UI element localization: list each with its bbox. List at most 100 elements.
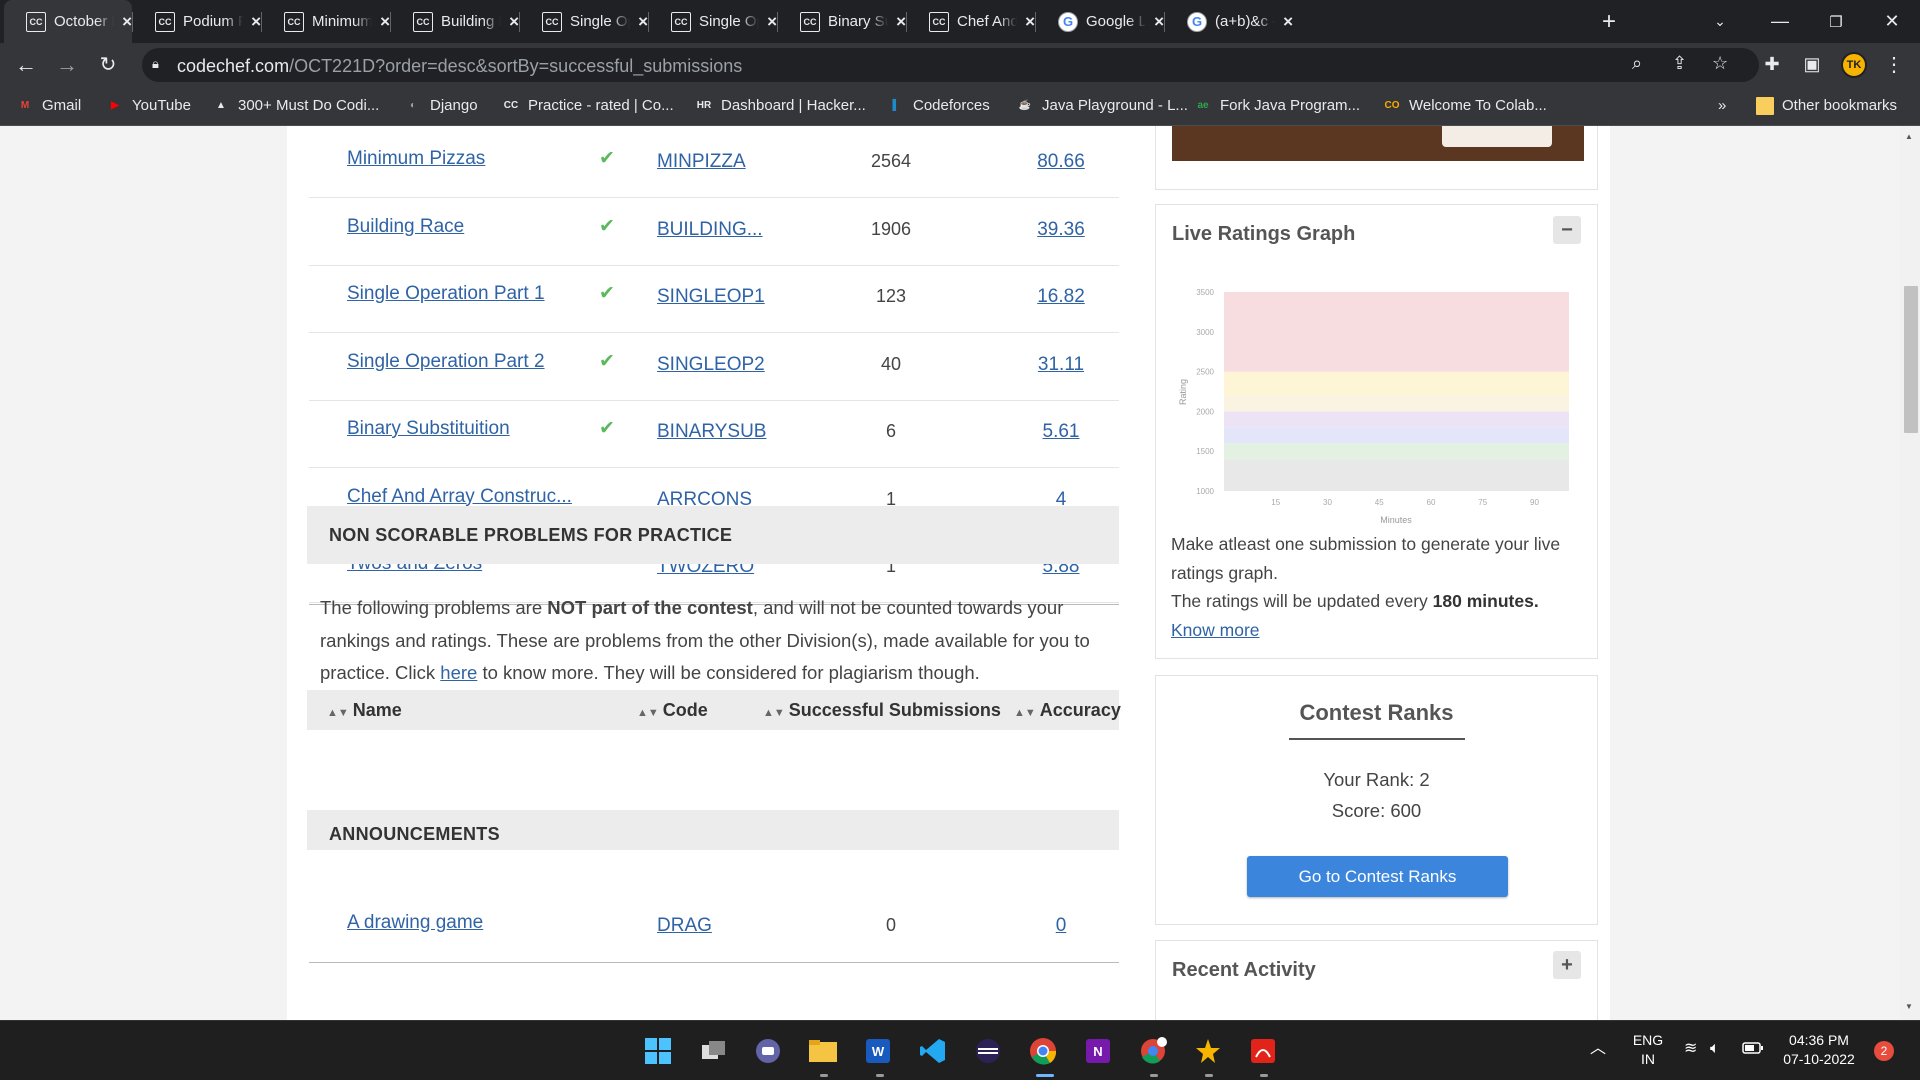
- problem-name-link[interactable]: Single Operation Part 1: [347, 283, 545, 305]
- problem-code-link[interactable]: BINARYSUB: [657, 421, 766, 443]
- browser-tab[interactable]: CC Single Operation ×: [649, 0, 777, 43]
- task-view-icon[interactable]: [695, 1033, 731, 1069]
- extensions-icon[interactable]: ✚: [1754, 43, 1790, 86]
- close-tab-icon[interactable]: ×: [509, 12, 519, 32]
- close-tab-icon[interactable]: ×: [767, 12, 777, 32]
- clock[interactable]: 04:36 PM 07-10-2022: [1778, 1031, 1860, 1069]
- know-more-link[interactable]: Know more: [1171, 620, 1260, 640]
- start-icon[interactable]: [640, 1033, 676, 1069]
- problem-code-link[interactable]: DRAG: [657, 915, 712, 937]
- browser-tab[interactable]: CC Minimum Pizzas ×: [262, 0, 390, 43]
- browser-tab[interactable]: G Google Lens ×: [1036, 0, 1164, 43]
- zoom-icon[interactable]: ⌕: [1632, 53, 1642, 74]
- onenote-icon[interactable]: N: [1080, 1033, 1116, 1069]
- back-icon[interactable]: ←: [8, 43, 44, 86]
- wifi-icon[interactable]: ≋: [1684, 1039, 1697, 1058]
- expand-button[interactable]: +: [1553, 951, 1581, 979]
- problem-name-link[interactable]: Single Operation Part 2: [347, 351, 545, 373]
- here-link[interactable]: here: [440, 662, 477, 683]
- bookmark-item[interactable]: ▌ Codeforces: [887, 86, 989, 125]
- close-tab-icon[interactable]: ×: [251, 12, 261, 32]
- accuracy-link[interactable]: 16.82: [1031, 286, 1091, 308]
- accuracy-link[interactable]: 0: [1031, 915, 1091, 937]
- close-tab-icon[interactable]: ×: [1154, 12, 1164, 32]
- accuracy-link[interactable]: 31.11: [1031, 354, 1091, 376]
- browser-tab[interactable]: CC Binary Substituition ×: [778, 0, 906, 43]
- close-tab-icon[interactable]: ×: [896, 12, 906, 32]
- new-tab-button[interactable]: +: [1588, 0, 1616, 43]
- accuracy-link[interactable]: 5.61: [1031, 421, 1091, 443]
- word-icon[interactable]: W: [860, 1033, 896, 1069]
- bookmark-item[interactable]: ◐ Django: [404, 86, 478, 125]
- problem-code-link[interactable]: SINGLEOP1: [657, 286, 765, 308]
- problem-name-link[interactable]: Minimum Pizzas: [347, 148, 485, 170]
- browser-tab[interactable]: G (a+b)&c - Google ×: [1165, 0, 1293, 43]
- menu-kebab-icon[interactable]: ⋮: [1876, 43, 1912, 86]
- file-explorer-icon[interactable]: [805, 1033, 841, 1069]
- sort-name-header[interactable]: ▲▼ Name: [327, 700, 402, 721]
- address-bar[interactable]: 🔒︎ codechef.com/OCT221D?order=desc&sortB…: [142, 48, 1759, 82]
- vscode-icon[interactable]: [915, 1033, 951, 1069]
- chrome-icon[interactable]: [1025, 1033, 1061, 1069]
- problem-code-link[interactable]: BUILDING...: [657, 219, 763, 241]
- minimize-icon[interactable]: —: [1752, 0, 1808, 43]
- profile-avatar[interactable]: TK: [1836, 43, 1872, 86]
- browser-tab[interactable]: CC Building Race ×: [391, 0, 519, 43]
- scroll-down-icon[interactable]: ▼: [1905, 1002, 1913, 1011]
- bookmark-item[interactable]: CO Welcome To Colab...: [1383, 86, 1547, 125]
- browser-tab[interactable]: CC October Long ×: [4, 0, 132, 43]
- sort-code-header[interactable]: ▲▼ Code: [637, 700, 708, 721]
- bookmark-item[interactable]: ▲ 300+ Must Do Codi...: [212, 86, 379, 125]
- reload-icon[interactable]: ↻: [90, 43, 126, 86]
- scroll-up-icon[interactable]: ▲: [1905, 132, 1913, 141]
- sort-submissions-header[interactable]: ▲▼ Successful Submissions: [763, 700, 1001, 721]
- star-app-icon[interactable]: [1190, 1033, 1226, 1069]
- tray-overflow-icon[interactable]: ︿: [1590, 1039, 1606, 1058]
- problem-name-link[interactable]: Chef And Array Construc...: [347, 486, 572, 508]
- close-window-icon[interactable]: ✕: [1864, 0, 1920, 43]
- accuracy-link[interactable]: 39.36: [1031, 219, 1091, 241]
- teams-chat-icon[interactable]: [750, 1033, 786, 1069]
- go-to-contest-ranks-button[interactable]: Go to Contest Ranks: [1247, 856, 1508, 897]
- bookmark-item[interactable]: ae Fork Java Program...: [1194, 86, 1360, 125]
- close-tab-icon[interactable]: ×: [1283, 12, 1293, 32]
- browser-tab[interactable]: CC Podium Finish ×: [133, 0, 261, 43]
- problem-code-link[interactable]: MINPIZZA: [657, 151, 746, 173]
- restore-icon[interactable]: ❐: [1808, 0, 1864, 43]
- share-icon[interactable]: ⇪: [1672, 53, 1687, 74]
- browser-tab[interactable]: CC Chef And Array ×: [907, 0, 1035, 43]
- close-tab-icon[interactable]: ×: [1025, 12, 1035, 32]
- other-bookmarks[interactable]: Other bookmarks: [1756, 86, 1897, 125]
- forward-icon[interactable]: →: [49, 43, 85, 86]
- bookmark-item[interactable]: HR Dashboard | Hacker...: [695, 86, 866, 125]
- problem-name-link[interactable]: Building Race: [347, 216, 464, 238]
- scrollbar-thumb[interactable]: [1904, 286, 1918, 433]
- collapse-button[interactable]: −: [1553, 216, 1581, 244]
- side-panel-icon[interactable]: ▣: [1794, 43, 1830, 86]
- chrome-profile-icon[interactable]: [1135, 1033, 1171, 1069]
- accuracy-link[interactable]: 80.66: [1031, 151, 1091, 173]
- bookmark-item[interactable]: CC Practice - rated | Co...: [502, 86, 674, 125]
- input-language[interactable]: ENG IN: [1628, 1031, 1668, 1069]
- problem-name-link[interactable]: A drawing game: [347, 912, 483, 934]
- page-scrollbar[interactable]: ▲ ▼: [1900, 126, 1920, 1020]
- bookmark-star-icon[interactable]: ☆: [1712, 53, 1728, 74]
- acrobat-icon[interactable]: [1245, 1033, 1281, 1069]
- eclipse-icon[interactable]: [970, 1033, 1006, 1069]
- bookmark-item[interactable]: M Gmail: [16, 86, 81, 125]
- close-tab-icon[interactable]: ×: [122, 12, 132, 32]
- notification-badge[interactable]: 2: [1874, 1041, 1894, 1061]
- bookmark-item[interactable]: ▶ YouTube: [106, 86, 191, 125]
- more-bookmarks-button[interactable]: »: [1718, 86, 1726, 125]
- problem-name-link[interactable]: Binary Substituition: [347, 418, 510, 440]
- close-tab-icon[interactable]: ×: [380, 12, 390, 32]
- sort-accuracy-header[interactable]: ▲▼ Accuracy: [1014, 700, 1121, 721]
- problem-code-link[interactable]: SINGLEOP2: [657, 354, 765, 376]
- volume-icon[interactable]: 🔈︎: [1710, 1039, 1720, 1058]
- close-tab-icon[interactable]: ×: [638, 12, 648, 32]
- battery-icon[interactable]: [1742, 1041, 1764, 1060]
- browser-tab[interactable]: CC Single Operation ×: [520, 0, 648, 43]
- tab-search-icon[interactable]: ⌄: [1692, 0, 1748, 43]
- bookmark-item[interactable]: ☕ Java Playground - L...: [1016, 86, 1188, 125]
- url-text[interactable]: codechef.com/OCT221D?order=desc&sortBy=s…: [177, 56, 742, 77]
